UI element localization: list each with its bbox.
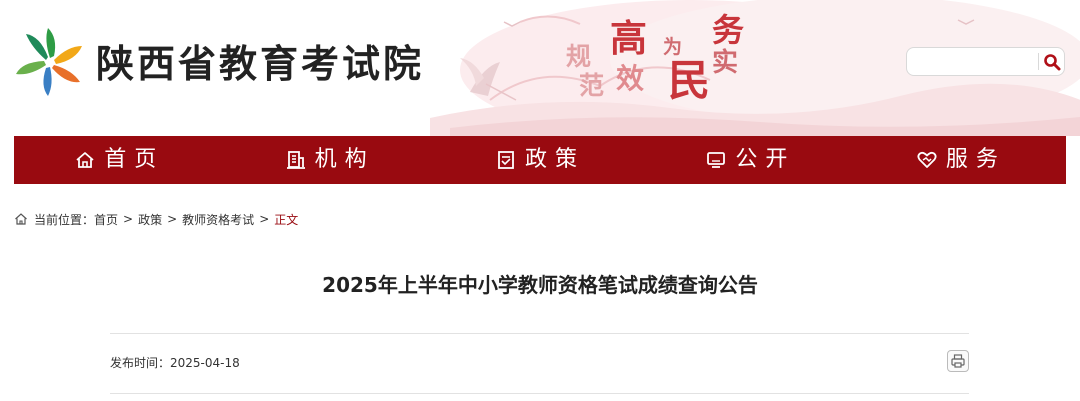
print-button[interactable] — [947, 350, 969, 372]
document-icon — [498, 151, 514, 169]
nav-label: 政策 — [525, 147, 586, 172]
slogan-char: 为 — [663, 36, 683, 58]
publish-info: 发布时间：2025-04-18 — [110, 355, 240, 371]
nav-item-institution[interactable]: 机构 — [224, 136, 434, 184]
divider — [110, 333, 969, 334]
nav-label: 公开 — [735, 147, 796, 172]
slogan-char: 高 — [610, 16, 647, 60]
search-box — [906, 47, 1065, 76]
building-icon — [286, 151, 305, 169]
monitor-icon — [707, 152, 726, 168]
nav-label: 首页 — [104, 147, 165, 172]
slogan-char: 实 — [712, 48, 739, 78]
article-title: 2025年上半年中小学教师资格笔试成绩查询公告 — [322, 273, 758, 297]
heart-handshake-icon — [917, 151, 937, 168]
breadcrumb-policy[interactable]: 政策 — [138, 211, 162, 228]
slogan-char: 效 — [616, 62, 645, 95]
search-icon — [1044, 54, 1061, 71]
site-logo[interactable] — [12, 26, 88, 98]
publish-label: 发布时间： — [110, 356, 171, 370]
slogan-char: 民 — [668, 56, 711, 105]
breadcrumb-current: 正文 — [274, 212, 299, 227]
divider — [110, 393, 969, 394]
breadcrumb-teacher-exam[interactable]: 教师资格考试 — [182, 211, 254, 228]
slogan-char: 务 — [712, 11, 745, 49]
search-divider — [1038, 53, 1039, 70]
nav-label: 机构 — [314, 147, 375, 172]
site-title[interactable]: 陕西省教育考试院 — [96, 34, 424, 94]
breadcrumb-home[interactable]: 首页 — [94, 211, 118, 228]
home-icon — [15, 213, 27, 225]
breadcrumb-separator: > — [123, 212, 134, 226]
nav-item-public[interactable]: 公开 — [645, 136, 855, 184]
search-input[interactable] — [913, 51, 1035, 72]
nav-item-home[interactable]: 首页 — [14, 136, 224, 184]
breadcrumb-separator: > — [259, 212, 270, 226]
nav-item-service[interactable]: 服务 — [856, 136, 1066, 184]
slogan-char: 范 — [579, 71, 605, 100]
site-header: 规 范 高 效 为 民 务 实 陕西省教育考试院 — [0, 0, 1080, 136]
breadcrumb: 当前位置： 首页 > 政策 > 教师资格考试 > 正文 — [14, 210, 298, 228]
search-button[interactable] — [1041, 51, 1063, 73]
publish-date: 2025-04-18 — [170, 356, 240, 370]
printer-icon — [951, 354, 965, 368]
nav-item-policy[interactable]: 政策 — [435, 136, 645, 184]
slogan-char: 规 — [566, 42, 592, 71]
main-nav: 首页 机构 政策 公开 服务 — [14, 136, 1066, 184]
breadcrumb-separator: > — [167, 212, 178, 226]
breadcrumb-prefix: 当前位置： — [34, 212, 95, 227]
nav-label: 服务 — [945, 147, 1006, 172]
home-icon — [76, 152, 94, 168]
